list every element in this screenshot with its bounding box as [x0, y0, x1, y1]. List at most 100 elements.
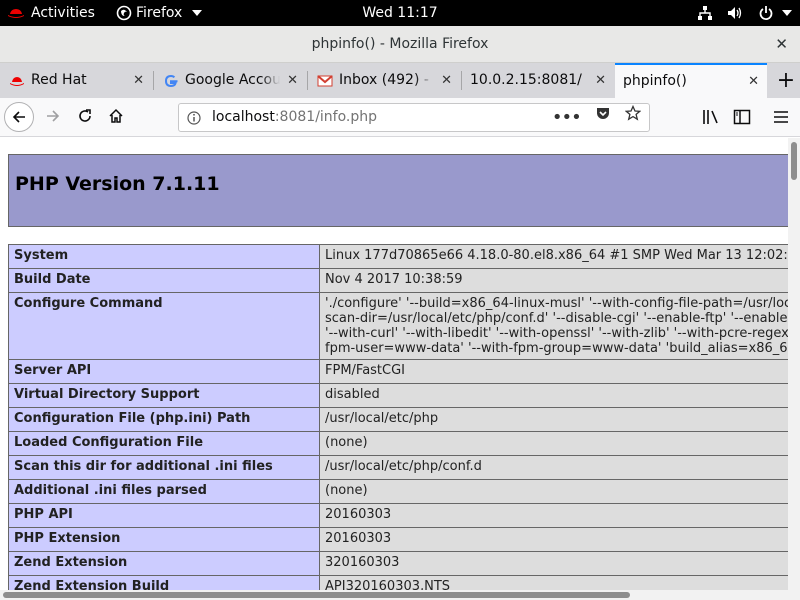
google-icon — [164, 74, 178, 88]
activities-button[interactable]: Activities — [7, 0, 95, 26]
phpinfo-value-line: './configure' '--build=x86_64-linux-musl… — [325, 296, 788, 311]
forward-arrow-icon — [47, 110, 60, 122]
tab-inbox[interactable]: Inbox (492) - n ✕ — [308, 63, 460, 98]
phpinfo-value: /usr/local/etc/php/conf.d — [319, 455, 788, 480]
forward-button[interactable] — [40, 103, 68, 131]
phpinfo-row: Additional .ini files parsed (none) — [8, 479, 788, 504]
gmail-icon — [317, 75, 333, 87]
phpinfo-key: Additional .ini files parsed — [8, 479, 320, 504]
vertical-scrollbar[interactable] — [788, 138, 800, 590]
home-icon — [109, 108, 123, 123]
window-close-button[interactable]: ✕ — [775, 26, 788, 63]
tab-phpinfo[interactable]: phpinfo() ✕ — [615, 63, 767, 98]
phpinfo-table: System Linux 177d70865e66 4.18.0-80.el8.x… — [8, 244, 788, 590]
phpinfo-row: Scan this dir for additional .ini files /… — [8, 455, 788, 480]
phpinfo-value: API320160303,NTS — [319, 575, 788, 590]
phpinfo-value-line: /usr/local/etc/php — [325, 411, 439, 426]
page-viewport: PHP Version 7.1.11 System Linux 177d70865… — [0, 138, 788, 590]
phpinfo-value: 320160303 — [319, 551, 788, 576]
horizontal-scrollbar-thumb[interactable] — [3, 592, 630, 598]
new-tab-button[interactable]: + — [772, 63, 800, 98]
phpinfo-key: Zend Extension Build — [8, 575, 320, 590]
firefox-app-menu[interactable]: Firefox — [116, 0, 206, 26]
phpinfo-value: 20160303 — [319, 503, 788, 528]
horizontal-scrollbar[interactable] — [0, 590, 800, 600]
vertical-scrollbar-thumb[interactable] — [791, 142, 797, 180]
close-tab-icon[interactable]: ✕ — [133, 63, 144, 98]
sidebar-icon[interactable] — [733, 108, 751, 126]
phpinfo-value: /usr/local/etc/php — [319, 407, 788, 432]
activities-label: Activities — [31, 5, 95, 21]
phpinfo-value-line: (none) — [325, 483, 368, 498]
library-icon[interactable] — [702, 108, 720, 126]
phpinfo-key: Configure Command — [8, 292, 320, 360]
tab-localhost-ip[interactable]: 10.0.2.15:8081/ ✕ — [462, 63, 614, 98]
phpinfo-row: Configure Command './configure' '--build=… — [8, 292, 788, 360]
chevron-down-icon — [191, 10, 202, 16]
network-icon — [697, 6, 712, 20]
tab-google-account[interactable]: Google Accou ✕ — [154, 63, 306, 98]
window-titlebar: phpinfo() - Mozilla Firefox ✕ — [0, 26, 800, 63]
close-tab-icon[interactable]: ✕ — [441, 63, 452, 98]
phpinfo-value: (none) — [319, 479, 788, 504]
phpinfo-key: Zend Extension — [8, 551, 320, 576]
phpinfo-value-line: 320160303 — [325, 555, 400, 570]
phpinfo-row: Loaded Configuration File (none) — [8, 431, 788, 456]
url-text[interactable]: localhost:8081/info.php — [212, 104, 377, 131]
php-version-title: PHP Version 7.1.11 — [15, 173, 220, 195]
home-button[interactable] — [103, 103, 131, 131]
system-menu[interactable] — [687, 0, 792, 26]
url-bar[interactable]: localhost:8081/info.php ••• — [178, 103, 650, 132]
hamburger-menu-icon[interactable] — [773, 108, 789, 126]
phpinfo-row: Zend Extension Build API320160303,NTS — [8, 575, 788, 590]
phpinfo-value: disabled — [319, 383, 788, 408]
navigation-toolbar: localhost:8081/info.php ••• — [0, 98, 800, 137]
redhat-logo-icon — [8, 9, 24, 18]
redhat-icon — [10, 77, 24, 86]
phpinfo-value: Nov 4 2017 10:38:59 — [319, 268, 788, 293]
close-tab-icon[interactable]: ✕ — [595, 63, 606, 98]
phpinfo-row: System Linux 177d70865e66 4.18.0-80.el8.x… — [8, 244, 788, 269]
phpinfo-value: 20160303 — [319, 527, 788, 552]
app-menu-label: Firefox — [136, 5, 183, 21]
phpinfo-value-line: (none) — [325, 435, 368, 450]
phpinfo-key: Loaded Configuration File — [8, 431, 320, 456]
phpinfo-value-line: 20160303 — [325, 531, 392, 546]
phpinfo-value: Linux 177d70865e66 4.18.0-80.el8.x86_64 … — [319, 244, 788, 269]
php-version-header: PHP Version 7.1.11 — [8, 154, 788, 227]
clock[interactable]: Wed 11:17 — [362, 5, 437, 21]
phpinfo-value-line: '--with-curl' '--with-libedit' '--with-o… — [325, 326, 788, 341]
reload-icon — [79, 109, 91, 122]
phpinfo-value-line: Linux 177d70865e66 4.18.0-80.el8.x86_64 … — [325, 248, 788, 263]
phpinfo-key: Server API — [8, 359, 320, 384]
phpinfo-value-line: Nov 4 2017 10:38:59 — [325, 272, 463, 287]
close-tab-icon[interactable]: ✕ — [287, 63, 298, 98]
phpinfo-row: PHP API 20160303 — [8, 503, 788, 528]
phpinfo-key: Build Date — [8, 268, 320, 293]
url-host: localhost — [212, 109, 275, 125]
window-title: phpinfo() - Mozilla Firefox — [311, 36, 489, 52]
reload-button[interactable] — [72, 103, 100, 131]
back-button[interactable] — [4, 102, 34, 132]
pocket-icon[interactable] — [595, 104, 611, 131]
tab-label: 10.0.2.15:8081/ — [470, 72, 582, 88]
phpinfo-key: Virtual Directory Support — [8, 383, 320, 408]
phpinfo-row: Build Date Nov 4 2017 10:38:59 — [8, 268, 788, 293]
phpinfo-row: Virtual Directory Support disabled — [8, 383, 788, 408]
close-tab-icon[interactable]: ✕ — [748, 65, 759, 98]
tab-red-hat[interactable]: Red Hat ✕ — [0, 63, 152, 98]
gnome-top-bar: Activities Firefox Wed 11:17 — [0, 0, 800, 26]
phpinfo-key: PHP Extension — [8, 527, 320, 552]
bookmark-star-icon[interactable] — [624, 104, 642, 131]
phpinfo-key: Configuration File (php.ini) Path — [8, 407, 320, 432]
phpinfo-row: Configuration File (php.ini) Path/usr/lo… — [8, 407, 788, 432]
phpinfo-value-line: API320160303,NTS — [325, 579, 451, 590]
phpinfo-key: Scan this dir for additional .ini files — [8, 455, 320, 480]
page-actions-icon[interactable]: ••• — [552, 104, 582, 131]
tab-label: Google Accou — [185, 72, 280, 88]
phpinfo-key: System — [8, 244, 320, 269]
site-info-icon[interactable] — [187, 111, 201, 125]
tab-label: Red Hat — [31, 72, 87, 88]
url-actions: ••• — [542, 104, 642, 131]
phpinfo-key: PHP API — [8, 503, 320, 528]
